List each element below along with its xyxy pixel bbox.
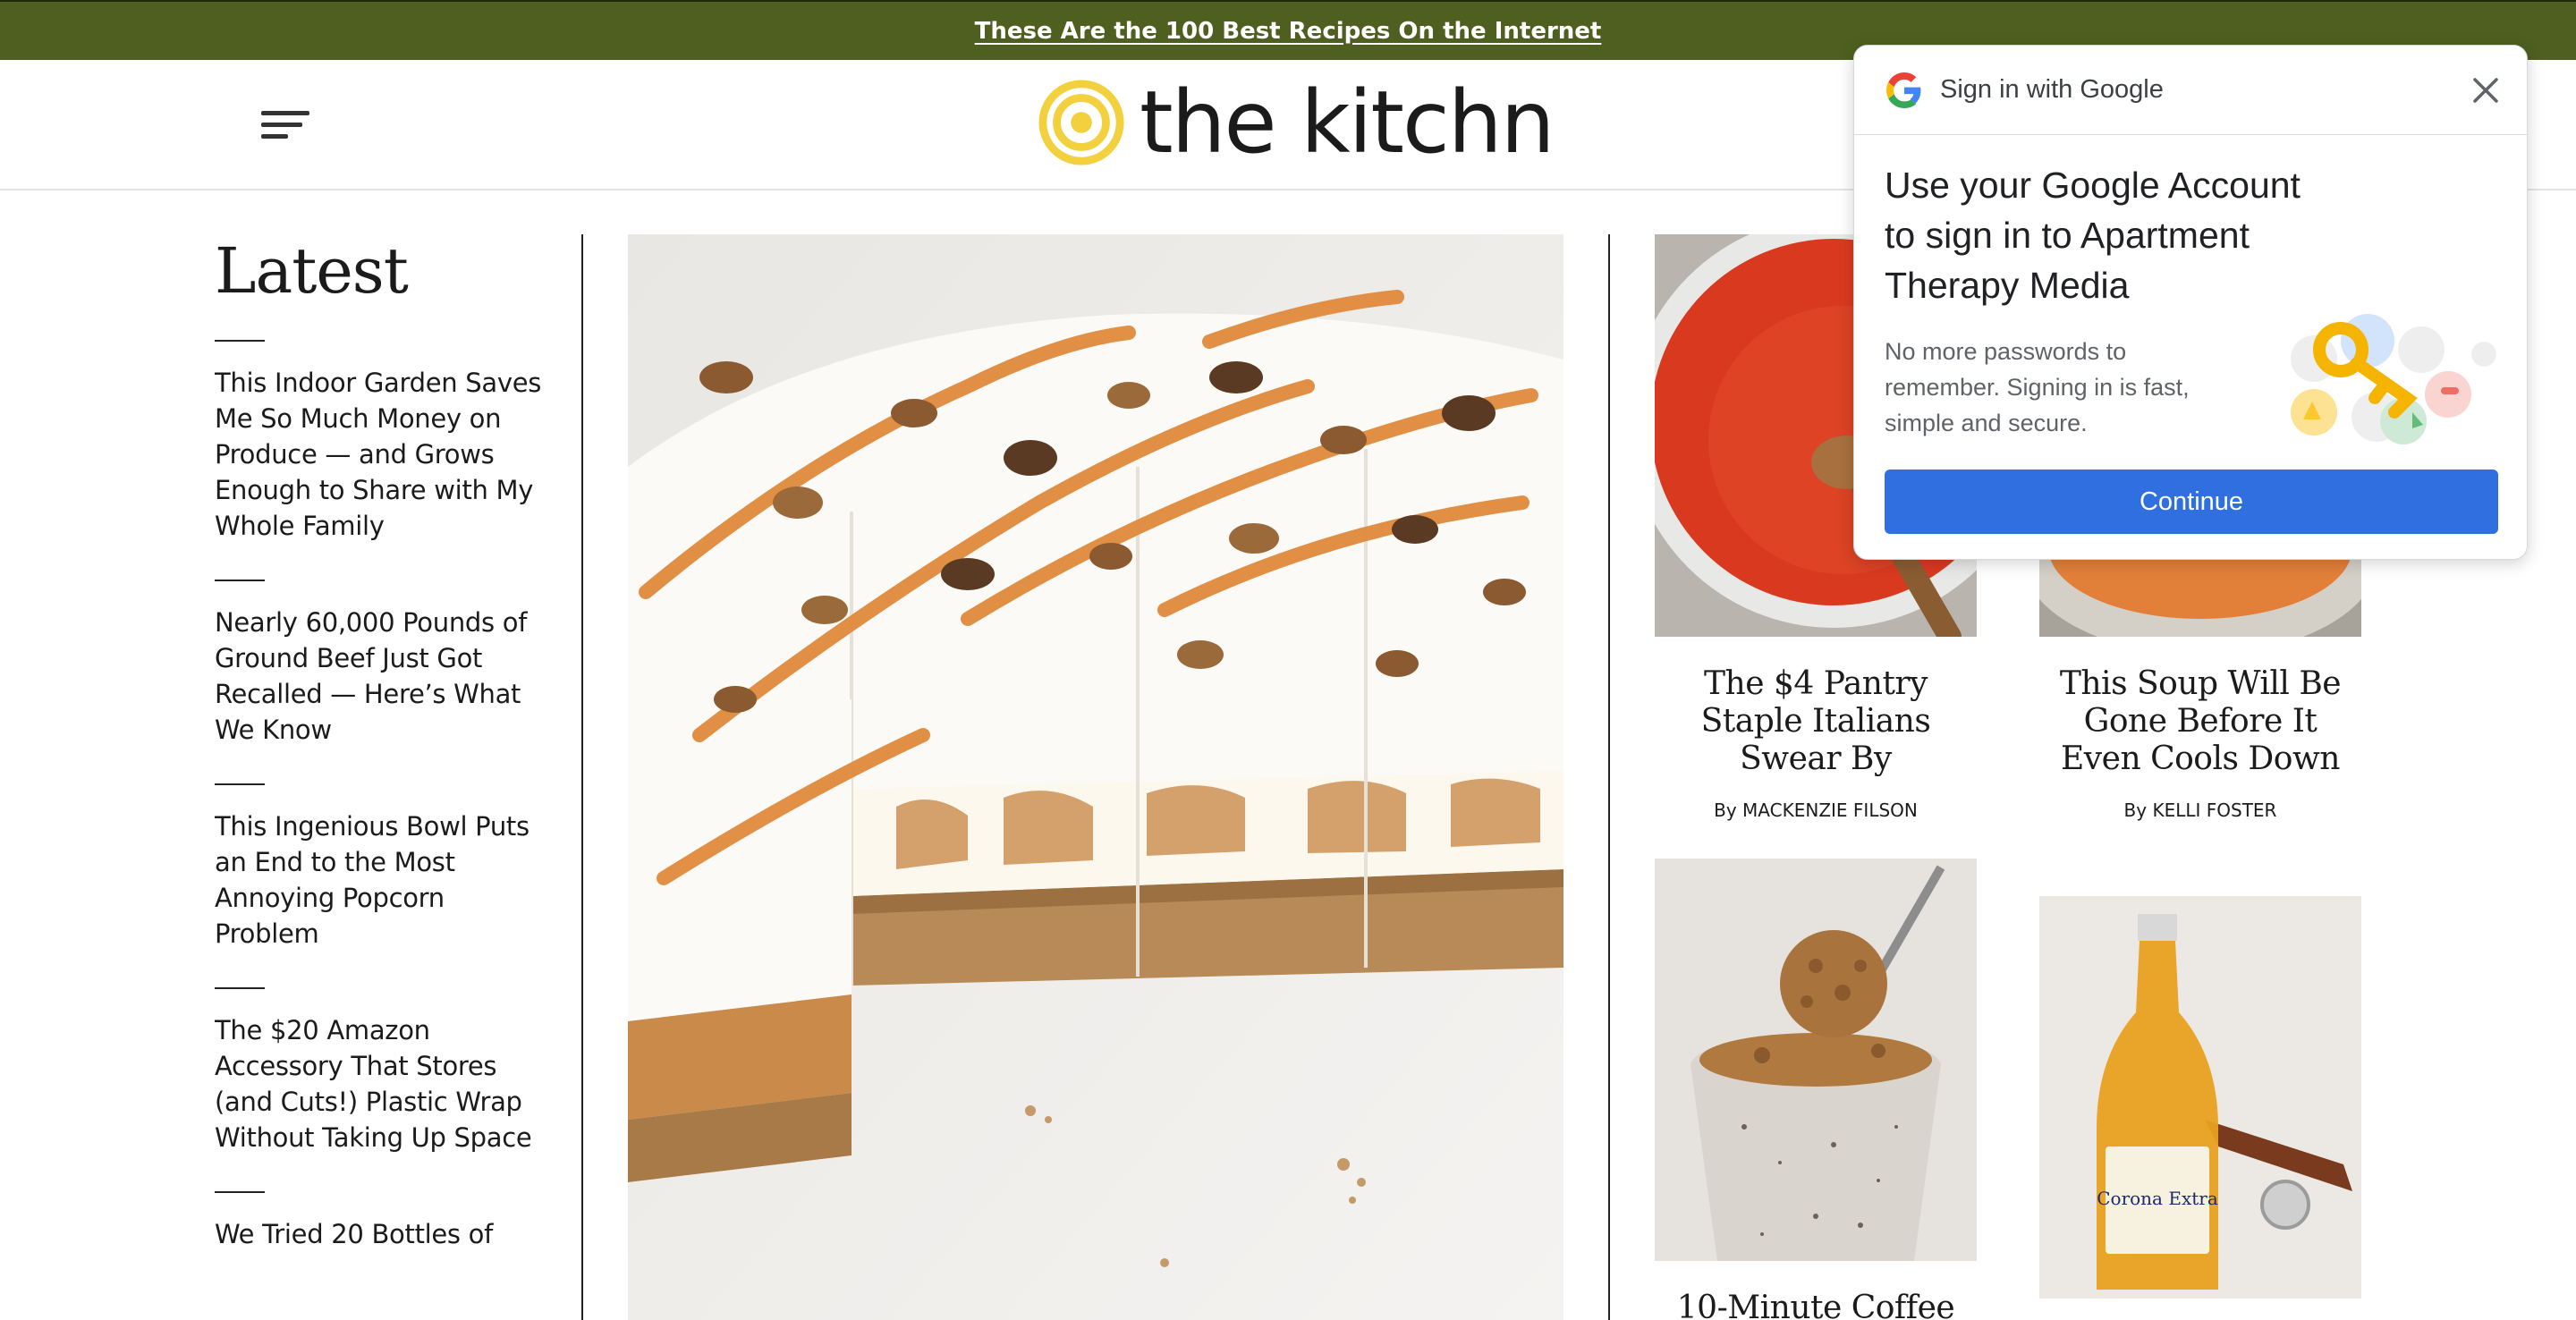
latest-item[interactable]: This Indoor Garden Saves Me So Much Mone…: [215, 365, 546, 544]
card-title[interactable]: The $4 Pantry Staple Italians Swear By: [1655, 665, 1977, 778]
site-logo[interactable]: the kitchn: [1038, 72, 1555, 173]
kitchn-spiral-logo: [1038, 80, 1124, 165]
latest-column: Latest This Indoor Garden Saves Me So Mu…: [215, 234, 546, 1320]
divider: [215, 1191, 265, 1193]
google-g-icon: [1886, 72, 1921, 108]
card-byline: By MACKENZIE FILSON: [1714, 800, 1918, 821]
article-card[interactable]: Corona Extra: [2039, 896, 2361, 1299]
close-icon[interactable]: [2470, 74, 2502, 106]
latest-heading: Latest: [215, 234, 409, 308]
latest-item[interactable]: We Tried 20 Bottles of: [215, 1216, 546, 1252]
card-title[interactable]: This Soup Will Be Gone Before It Even Co…: [2039, 665, 2361, 778]
hero-image[interactable]: [628, 234, 1563, 1320]
key-icon: [2291, 314, 2496, 444]
promo-link[interactable]: These Are the 100 Best Recipes On the In…: [975, 18, 1602, 45]
popup-header-text: Sign in with Google: [1940, 75, 2164, 104]
column-divider: [1608, 234, 1610, 1320]
divider: [215, 783, 265, 785]
continue-button[interactable]: Continue: [1885, 470, 2498, 534]
google-signin-popup: Sign in with Google Use your Google Acco…: [1853, 45, 2528, 560]
card-byline: By KELLI FOSTER: [2123, 800, 2277, 821]
menu-icon[interactable]: [256, 106, 313, 146]
latest-item[interactable]: Nearly 60,000 Pounds of Ground Beef Just…: [215, 605, 546, 748]
divider: [215, 987, 265, 989]
popup-body: No more passwords to remember. Signing i…: [1885, 338, 2190, 436]
article-card[interactable]: 10-Minute Coffee: [1655, 859, 1977, 1320]
card-title[interactable]: 10-Minute Coffee: [1655, 1290, 1977, 1320]
beer-label: Corona Extra: [2097, 1188, 2218, 1209]
popup-header: Sign in with Google: [1854, 46, 2527, 135]
latest-item[interactable]: The $20 Amazon Accessory That Stores (an…: [215, 1012, 546, 1155]
column-divider: [581, 234, 583, 1320]
card-image[interactable]: [1655, 859, 1977, 1261]
latest-item[interactable]: This Ingenious Bowl Puts an End to the M…: [215, 808, 546, 952]
card-image[interactable]: Corona Extra: [2039, 896, 2361, 1299]
divider: [215, 340, 265, 342]
logo-text: the kitchn: [1140, 72, 1555, 173]
divider: [215, 580, 265, 581]
popup-title: Use your Google Account to sign in to Ap…: [1885, 165, 2301, 306]
